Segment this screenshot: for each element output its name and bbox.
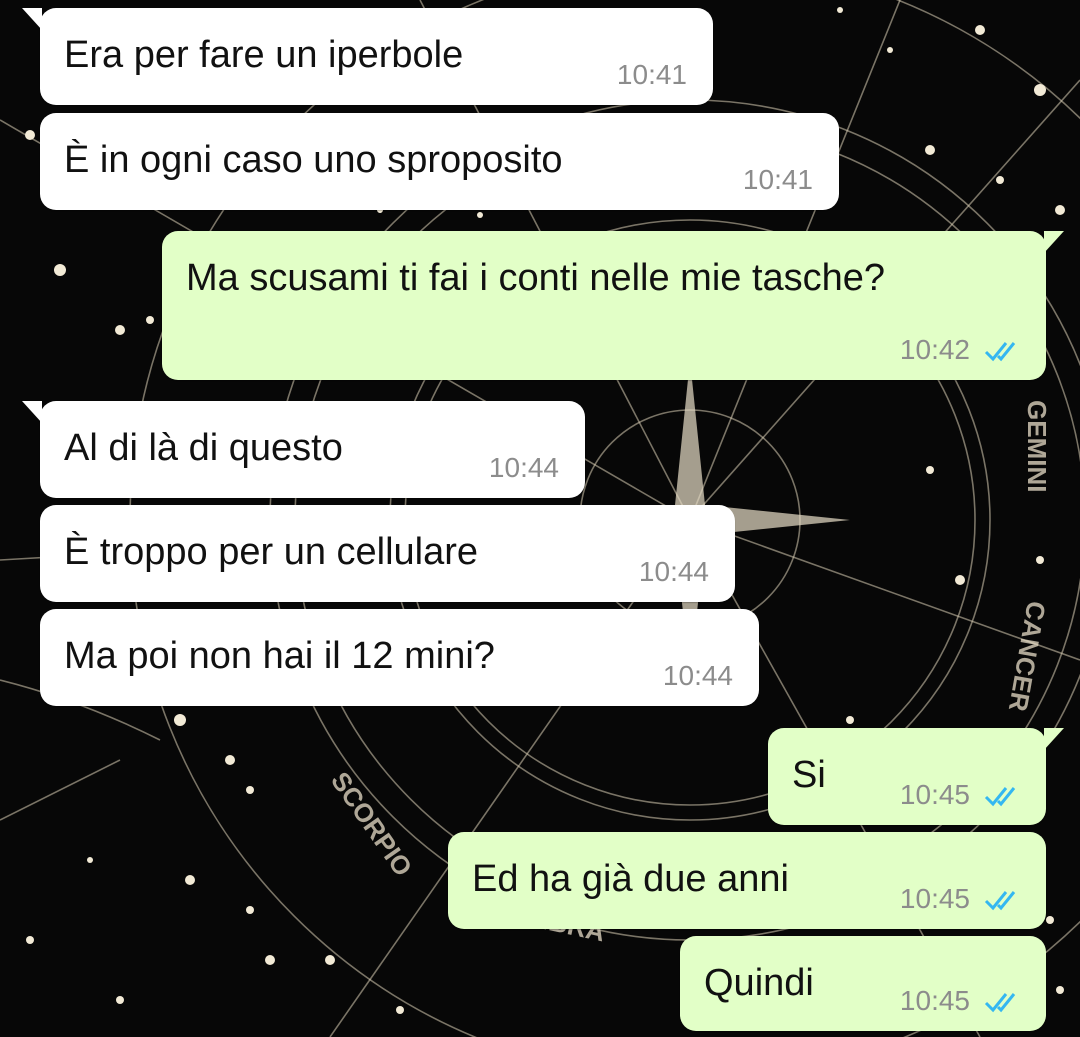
message-text: Quindi	[704, 962, 814, 1004]
message-text: Era per fare un iperbole	[64, 34, 464, 76]
message-timestamp: 10:45	[899, 779, 970, 810]
incoming-message[interactable]: Era per fare un iperbole 10:41	[22, 8, 713, 105]
incoming-message[interactable]: Al di là di questo 10:44	[22, 401, 585, 498]
read-receipt-icon	[984, 342, 1016, 362]
message-text: È in ogni caso uno sproposito	[64, 139, 563, 181]
message-timestamp: 10:45	[899, 883, 970, 914]
message-text: Ed ha già due anni	[472, 858, 789, 900]
read-receipt-icon	[984, 787, 1016, 807]
message-text: Ma scusami ti fai i conti nelle mie tasc…	[186, 257, 886, 299]
message-timestamp: 10:44	[638, 556, 709, 587]
message-timestamp: 10:45	[899, 985, 970, 1016]
incoming-message[interactable]: Ma poi non hai il 12 mini? 10:44	[40, 609, 759, 706]
message-timestamp: 10:41	[616, 59, 687, 90]
message-timestamp: 10:44	[662, 660, 733, 691]
wallpaper-label-gemini: GEMINI	[1022, 400, 1052, 492]
message-text: È troppo per un cellulare	[64, 531, 479, 573]
message-text: Al di là di questo	[64, 427, 343, 469]
message-timestamp: 10:44	[488, 452, 559, 483]
read-receipt-icon	[984, 891, 1016, 911]
outgoing-message[interactable]: Ma scusami ti fai i conti nelle mie tasc…	[162, 231, 1064, 380]
incoming-message[interactable]: È in ogni caso uno sproposito 10:41	[40, 113, 839, 210]
message-timestamp: 10:42	[899, 334, 970, 365]
message-timestamp: 10:41	[742, 164, 813, 195]
wallpaper-label-cancer: CANCER	[1003, 599, 1052, 714]
outgoing-message[interactable]: Ed ha già due anni 10:45	[448, 832, 1046, 929]
outgoing-message[interactable]: Si 10:45	[768, 728, 1064, 825]
message-text: Ma poi non hai il 12 mini?	[64, 635, 495, 677]
outgoing-message[interactable]: Quindi 10:45	[680, 936, 1046, 1031]
wallpaper-label-scorpio: SCORPIO	[325, 766, 418, 881]
read-receipt-icon	[984, 993, 1016, 1013]
incoming-message[interactable]: È troppo per un cellulare 10:44	[40, 505, 735, 602]
message-text: Si	[792, 754, 826, 796]
